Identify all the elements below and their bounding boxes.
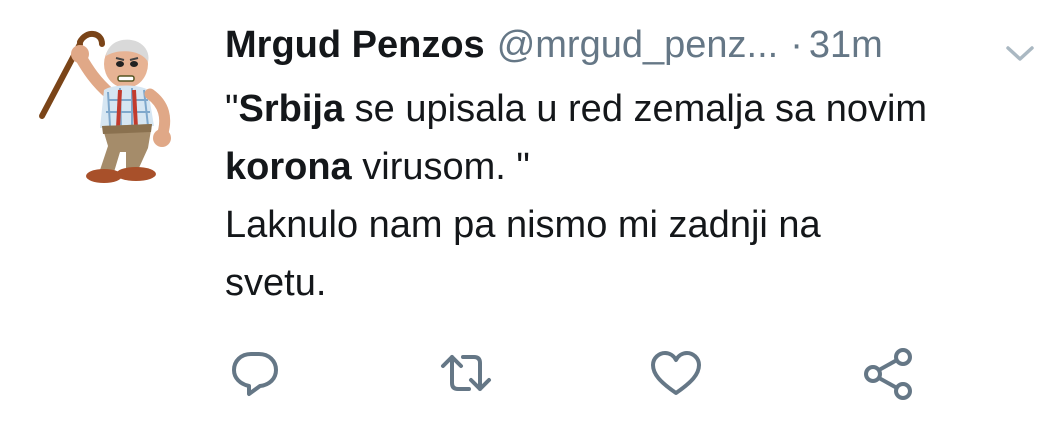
tweet-menu-button[interactable] (1003, 42, 1037, 66)
line-1-rest: se upisala u red zemalja sa novim (344, 88, 928, 130)
tweet-text-line-1: "Srbija se upisala u red zemalja sa novi… (225, 80, 1045, 138)
heart-icon (651, 351, 701, 395)
header-separator: · (790, 24, 803, 66)
tweet-timestamp[interactable]: 31m (809, 24, 883, 67)
tweet-text-line-3: Laknulo nam pa nismo mi zadnji na (225, 204, 821, 246)
avatar[interactable] (28, 20, 204, 196)
tweet-text-line-2: korona virusom. " (225, 138, 1045, 196)
like-button[interactable] (648, 345, 704, 401)
reply-bubble-icon (232, 352, 278, 396)
line-2-rest: virusom. " (351, 146, 530, 188)
tweet-text: "Srbija se upisala u red zemalja sa novi… (225, 80, 1045, 312)
author-handle[interactable]: @mrgud_penz... (497, 24, 779, 67)
tweet-actions (0, 345, 1057, 401)
tweet[interactable]: Mrgud Penzos @mrgud_penz... · 31m "Srbij… (0, 0, 1057, 428)
grumpy-old-man-avatar-image (28, 20, 204, 196)
chevron-down-icon (1006, 46, 1034, 61)
share-icon (864, 348, 912, 400)
bold-word-srbija: Srbija (238, 88, 345, 130)
retweet-icon (441, 355, 491, 391)
share-button[interactable] (860, 345, 916, 401)
reply-button[interactable] (227, 345, 283, 401)
retweet-button[interactable] (438, 345, 494, 401)
author-name[interactable]: Mrgud Penzos (225, 24, 485, 67)
open-quote: " (225, 88, 239, 130)
bold-word-korona: korona (225, 146, 352, 188)
tweet-text-line-4: svetu. (225, 262, 327, 304)
tweet-header: Mrgud Penzos @mrgud_penz... · 31m (225, 24, 1045, 76)
